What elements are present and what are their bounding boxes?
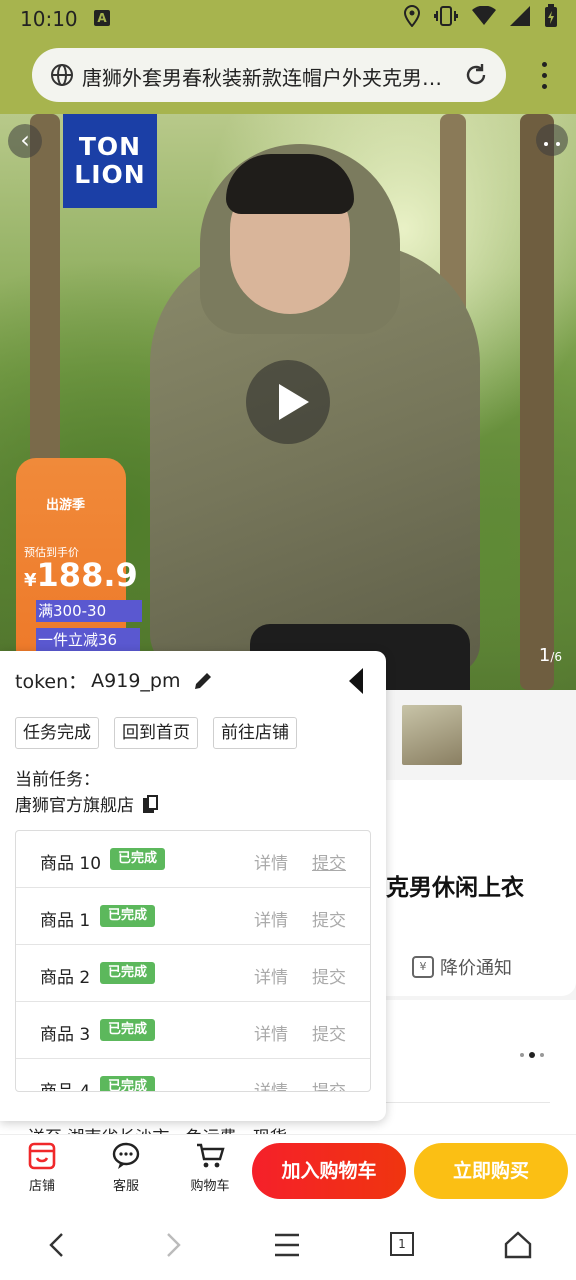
tag-coupon: 满300-30 — [36, 600, 142, 622]
list-item: 商品 3 已完成 详情 提交 — [16, 1002, 370, 1059]
current-task-label: 当前任务： — [15, 770, 100, 790]
tag-price: ¥188.9 — [24, 556, 138, 594]
reload-icon[interactable] — [462, 61, 490, 89]
more-dots-icon[interactable] — [520, 1052, 544, 1058]
status-icons — [403, 4, 558, 32]
go-to-store-button[interactable]: 前往店铺 — [213, 717, 297, 749]
status-time: 10:10 — [20, 7, 78, 31]
token-value: A919_pm — [91, 669, 181, 692]
battery-icon — [544, 4, 558, 32]
brand-logo-line1: TON — [78, 132, 142, 161]
status-badge: 已完成 — [100, 905, 156, 927]
cart-button[interactable]: 购物车 — [180, 1141, 240, 1194]
copy-icon[interactable] — [142, 794, 160, 814]
edit-pencil-icon[interactable] — [192, 670, 214, 692]
detail-link[interactable]: 详情 — [254, 849, 288, 874]
cart-label: 购物车 — [190, 1179, 230, 1194]
task-list: 商品 10 已完成 详情 提交 商品 1 已完成 详情 提交 商品 2 已完成 … — [15, 830, 371, 1092]
service-label: 客服 — [112, 1179, 139, 1194]
buy-now-button[interactable]: 立即购买 — [414, 1143, 568, 1199]
product-hero-image[interactable]: TON LION ‹ 1/6 出游季 预估到手价 ¥188.9 满300-30 … — [0, 114, 576, 690]
service-button[interactable]: 客服 — [96, 1141, 156, 1194]
status-bar: 10:10 A — [0, 0, 576, 38]
bottom-action-bar: 店铺 客服 购物车 加入购物车 立即购买 — [0, 1134, 576, 1206]
item-name: 商品 10 — [40, 854, 102, 874]
list-item: 商品 10 已完成 详情 提交 — [16, 831, 370, 888]
tag-title: 出游季 — [46, 498, 86, 513]
detail-link[interactable]: 详情 — [254, 1020, 288, 1045]
brand-logo: TON LION — [63, 114, 157, 208]
list-item: 商品 2 已完成 详情 提交 — [16, 945, 370, 1002]
current-task-shop: 唐狮官方旗舰店 — [15, 791, 160, 816]
model-hair — [226, 154, 354, 214]
collapse-panel-icon[interactable] — [348, 667, 364, 695]
price-alert-label: 降价通知 — [440, 958, 512, 979]
service-icon — [111, 1141, 141, 1171]
system-nav-bar: 1 — [0, 1206, 576, 1280]
more-icon[interactable] — [536, 124, 568, 156]
address-bar[interactable]: 唐狮外套男春秋装新款连帽户外夹克男休闲上衣 — [32, 48, 506, 102]
status-badge: 已完成 — [110, 848, 166, 870]
nav-tabs-icon[interactable]: 1 — [390, 1232, 414, 1256]
panel-button-row: 任务完成 回到首页 前往店铺 — [15, 717, 297, 749]
tree-trunk — [520, 114, 554, 690]
detail-link[interactable]: 详情 — [254, 1077, 288, 1091]
submit-link[interactable]: 提交 — [312, 906, 346, 931]
back-home-button[interactable]: 回到首页 — [114, 717, 198, 749]
item-name: 商品 3 — [40, 1025, 91, 1045]
cart-icon — [195, 1141, 225, 1171]
token-label: token： — [15, 671, 88, 693]
item-name: 商品 2 — [40, 968, 91, 988]
status-badge: 已完成 — [100, 1076, 156, 1091]
image-pager: 1/6 — [538, 645, 562, 666]
notification-icon: A — [94, 10, 110, 26]
list-item: 商品 4 已完成 详情 提交 — [16, 1059, 370, 1092]
submit-link[interactable]: 提交 — [312, 1077, 346, 1091]
nav-back-icon[interactable] — [42, 1230, 72, 1260]
browser-menu-icon[interactable] — [540, 62, 548, 90]
vibrate-icon — [434, 5, 458, 31]
list-item: 商品 1 已完成 详情 提交 — [16, 888, 370, 945]
task-complete-button[interactable]: 任务完成 — [15, 717, 99, 749]
status-badge: 已完成 — [100, 962, 156, 984]
brand-logo-line2: LION — [74, 160, 146, 189]
location-icon — [403, 4, 421, 31]
task-panel: token： A919_pm 任务完成 回到首页 前往店铺 当前任务： 唐狮官方… — [0, 651, 386, 1121]
item-name: 商品 4 — [40, 1082, 91, 1092]
back-icon[interactable]: ‹ — [8, 124, 42, 158]
store-label: 店铺 — [28, 1179, 55, 1194]
browser-toolbar: 唐狮外套男春秋装新款连帽户外夹克男休闲上衣 — [0, 38, 576, 114]
item-name: 商品 1 — [40, 911, 91, 931]
submit-link[interactable]: 提交 — [312, 963, 346, 988]
token-row: token： A919_pm — [15, 667, 214, 694]
nav-menu-icon[interactable] — [272, 1230, 302, 1260]
nav-home-icon[interactable] — [503, 1230, 533, 1260]
price-tag: 出游季 预估到手价 ¥188.9 满300-30 一件立减36 — [16, 458, 142, 654]
submit-link[interactable]: 提交 — [312, 849, 346, 874]
thumbnail-image[interactable] — [402, 705, 462, 765]
detail-link[interactable]: 详情 — [254, 906, 288, 931]
status-badge: 已完成 — [100, 1019, 156, 1041]
signal-icon — [510, 6, 530, 30]
tag-coupon: 一件立减36 — [36, 628, 140, 652]
store-button[interactable]: 店铺 — [12, 1141, 72, 1194]
task-shop-name: 唐狮官方旗舰店 — [15, 796, 134, 816]
product-title: 克男休闲上衣 — [386, 875, 524, 901]
page-title[interactable]: 唐狮外套男春秋装新款连帽户外夹克男休闲上衣 — [82, 62, 452, 91]
price-alert-button[interactable]: ¥ 降价通知 — [412, 954, 512, 980]
wifi-icon — [472, 5, 496, 30]
play-video-button[interactable] — [246, 360, 330, 444]
store-icon — [27, 1141, 57, 1171]
price-alert-icon: ¥ — [412, 956, 434, 978]
add-to-cart-button[interactable]: 加入购物车 — [252, 1143, 406, 1199]
nav-forward-icon[interactable] — [158, 1230, 188, 1260]
detail-link[interactable]: 详情 — [254, 963, 288, 988]
globe-icon — [50, 63, 74, 87]
submit-link[interactable]: 提交 — [312, 1020, 346, 1045]
